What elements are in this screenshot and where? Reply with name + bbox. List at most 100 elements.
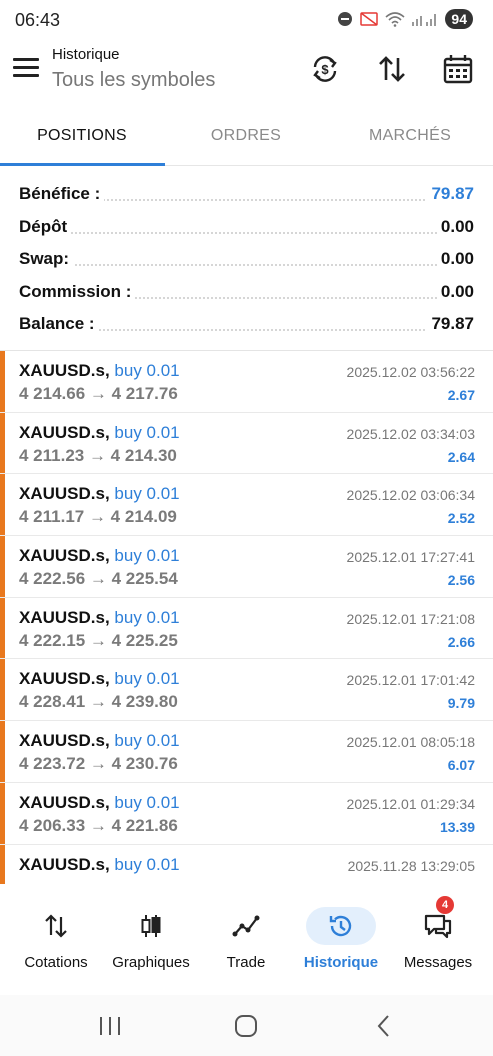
trade-side: buy 0.01 bbox=[114, 422, 180, 442]
history-tabs: POSITIONS ORDRES MARCHÉS bbox=[0, 110, 493, 166]
trade-symbol: XAUUSD.s, bbox=[19, 361, 110, 380]
nav-charts[interactable]: Graphiques bbox=[104, 890, 198, 990]
trade-row[interactable]: XAUUSD.s, buy 0.01 2025.11.28 13:29:05 bbox=[0, 844, 493, 884]
trade-symbol: XAUUSD.s, bbox=[19, 484, 110, 504]
recent-apps-icon[interactable] bbox=[95, 1013, 125, 1039]
trade-profit: 2.56 bbox=[447, 572, 475, 589]
trade-row[interactable]: XAUUSD.s, buy 0.01 4 214.66 → 4 217.76 2… bbox=[0, 351, 493, 413]
summary-row-swap: Swap: 0.00 bbox=[0, 243, 493, 276]
home-icon[interactable] bbox=[231, 1013, 261, 1039]
trade-row[interactable]: XAUUSD.s, buy 0.01 4 228.41 → 4 239.80 2… bbox=[0, 659, 493, 722]
battery-level: 94 bbox=[445, 9, 473, 29]
summary-label: Commission : bbox=[19, 281, 136, 302]
trade-prices: 4 211.23 → 4 214.30 bbox=[19, 445, 177, 465]
trade-profit: 13.39 bbox=[439, 818, 475, 835]
trade-prices: 4 228.41 → 4 239.80 bbox=[19, 692, 178, 712]
nav-label: Trade bbox=[226, 954, 266, 971]
trade-prices: 4 206.33 → 4 221.86 bbox=[19, 815, 178, 835]
calendar-icon[interactable] bbox=[442, 53, 474, 85]
nav-label: Messages bbox=[403, 954, 473, 971]
menu-icon[interactable] bbox=[13, 58, 39, 78]
page-title: Historique bbox=[52, 46, 120, 63]
status-bar: 06:43 94 bbox=[0, 0, 493, 40]
status-icons: 94 bbox=[337, 9, 473, 29]
trade-side: buy 0.01 bbox=[114, 792, 180, 812]
history-clock-icon bbox=[329, 915, 352, 937]
trade-row[interactable]: XAUUSD.s, buy 0.01 4 222.56 → 4 225.54 2… bbox=[0, 536, 493, 598]
trade-accent-bar bbox=[0, 474, 5, 536]
account-summary: Bénéfice : 79.87 Dépôt 0.00 Swap: 0.00 C… bbox=[0, 178, 493, 341]
summary-row-commission: Commission : 0.00 bbox=[0, 276, 493, 309]
summary-value: 79.87 bbox=[427, 314, 474, 334]
trade-symbol-line: XAUUSD.s, buy 0.01 bbox=[19, 855, 180, 875]
trade-row[interactable]: XAUUSD.s, buy 0.01 4 211.23 → 4 214.30 2… bbox=[0, 412, 493, 475]
symbol-filter[interactable]: Tous les symboles bbox=[52, 69, 215, 92]
back-icon[interactable] bbox=[369, 1013, 399, 1039]
trade-symbol: XAUUSD.s, bbox=[19, 731, 110, 751]
trade-profit: 2.64 bbox=[447, 448, 475, 465]
summary-label: Dépôt bbox=[19, 216, 72, 237]
summary-row-profit: Bénéfice : 79.87 bbox=[0, 178, 493, 211]
quotes-arrows-icon bbox=[45, 914, 67, 938]
trade-time: 2025.12.01 08:05:18 bbox=[346, 734, 475, 751]
status-time: 06:43 bbox=[15, 10, 61, 30]
trade-side: buy 0.01 bbox=[114, 484, 180, 504]
system-navigation-bar bbox=[0, 995, 493, 1056]
nav-messages[interactable]: 4 Messages bbox=[392, 890, 484, 990]
trade-side: buy 0.01 bbox=[114, 361, 180, 380]
nav-history[interactable]: Historique bbox=[294, 890, 388, 990]
trade-row[interactable]: XAUUSD.s, buy 0.01 4 222.15 → 4 225.25 2… bbox=[0, 597, 493, 660]
tab-orders[interactable]: ORDRES bbox=[164, 110, 328, 166]
bottom-navigation: Cotations Graphiques Trade Historique 4 … bbox=[0, 890, 493, 990]
trade-row[interactable]: XAUUSD.s, buy 0.01 4 206.33 → 4 221.86 2… bbox=[0, 782, 493, 845]
candlestick-chart-icon bbox=[141, 915, 161, 937]
tab-markets[interactable]: MARCHÉS bbox=[328, 110, 492, 166]
app-header: Historique Tous les symboles $ bbox=[0, 40, 493, 105]
svg-text:$: $ bbox=[321, 62, 329, 77]
active-tab-indicator bbox=[0, 163, 165, 166]
sort-icon[interactable] bbox=[376, 53, 408, 85]
trade-side: buy 0.01 bbox=[114, 731, 180, 751]
trade-symbol-line: XAUUSD.s, buy 0.01 bbox=[19, 608, 180, 628]
trade-symbol-line: XAUUSD.s, buy 0.01 bbox=[19, 546, 180, 566]
trade-accent-bar bbox=[0, 351, 5, 412]
summary-row-deposit: Dépôt 0.00 bbox=[0, 211, 493, 244]
trade-symbol-line: XAUUSD.s, buy 0.01 bbox=[19, 361, 180, 381]
currency-exchange-icon[interactable]: $ bbox=[309, 53, 341, 85]
trade-accent-bar bbox=[0, 536, 5, 597]
trade-accent-bar bbox=[0, 844, 5, 884]
summary-value: 0.00 bbox=[436, 281, 474, 302]
trade-side: buy 0.01 bbox=[114, 607, 180, 627]
trade-accent-bar bbox=[0, 782, 5, 844]
trade-symbol: XAUUSD.s, bbox=[19, 854, 110, 874]
summary-label: Balance : bbox=[19, 314, 99, 334]
trade-symbol-line: XAUUSD.s, buy 0.01 bbox=[19, 731, 180, 751]
summary-row-balance: Balance : 79.87 bbox=[0, 308, 493, 341]
trade-profit: 2.66 bbox=[447, 633, 475, 650]
wifi-icon bbox=[385, 12, 405, 27]
messages-chat-icon bbox=[424, 914, 452, 939]
trade-accent-bar bbox=[0, 412, 5, 474]
signal-icon bbox=[412, 14, 437, 26]
trade-symbol: XAUUSD.s, bbox=[19, 607, 110, 627]
do-not-disturb-icon bbox=[338, 12, 353, 26]
trade-accent-bar bbox=[0, 721, 5, 782]
nav-trade[interactable]: Trade bbox=[200, 890, 292, 990]
trade-time: 2025.12.01 17:01:42 bbox=[346, 672, 475, 689]
trade-accent-bar bbox=[0, 659, 5, 721]
trade-symbol: XAUUSD.s, bbox=[19, 669, 110, 689]
summary-value: 0.00 bbox=[436, 249, 474, 269]
trade-row[interactable]: XAUUSD.s, buy 0.01 4 211.17 → 4 214.09 2… bbox=[0, 474, 493, 537]
summary-label: Bénéfice : bbox=[19, 184, 105, 204]
trade-profit: 6.07 bbox=[447, 757, 475, 774]
trade-side: buy 0.01 bbox=[114, 546, 180, 566]
tab-positions[interactable]: POSITIONS bbox=[0, 110, 164, 166]
trade-prices: 4 211.17 → 4 214.09 bbox=[19, 507, 177, 527]
trade-row[interactable]: XAUUSD.s, buy 0.01 4 223.72 → 4 230.76 2… bbox=[0, 721, 493, 783]
nav-quotes[interactable]: Cotations bbox=[10, 890, 102, 990]
trade-time: 2025.12.02 03:06:34 bbox=[346, 487, 475, 504]
trade-time: 2025.12.02 03:56:22 bbox=[346, 364, 475, 380]
nav-label: Historique bbox=[303, 954, 379, 971]
trade-history-list: XAUUSD.s, buy 0.01 4 214.66 → 4 217.76 2… bbox=[0, 351, 493, 884]
trade-time: 2025.11.28 13:29:05 bbox=[347, 857, 475, 874]
